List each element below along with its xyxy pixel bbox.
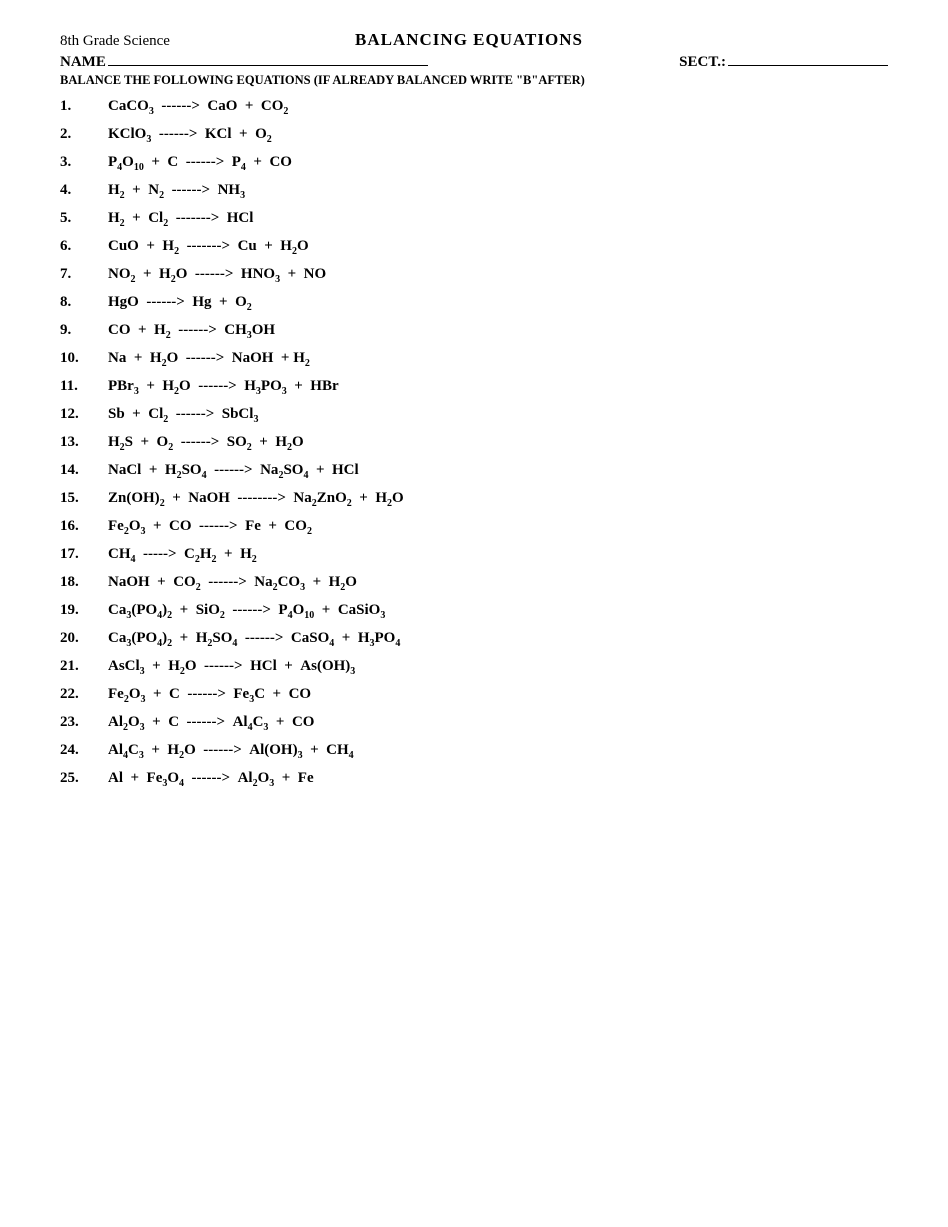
equation-item: 6.CuO + H2 -------> Cu + H2O xyxy=(60,238,888,257)
equation-item: 14.NaCl + H2SO4 ------> Na2SO4 + HCl xyxy=(60,462,888,481)
equation-item: 18.NaOH + CO2 ------> Na2CO3 + H2O xyxy=(60,574,888,593)
equation-item: 8.HgO ------> Hg + O2 xyxy=(60,294,888,313)
eq-content: Al + Fe3O4 ------> Al2O3 + Fe xyxy=(108,770,314,789)
eq-content: Al4C3 + H2O ------> Al(OH)3 + CH4 xyxy=(108,742,354,761)
equation-item: 12.Sb + Cl2 ------> SbCl3 xyxy=(60,406,888,425)
eq-content: CO + H2 ------> CH3OH xyxy=(108,322,275,341)
eq-num: 5. xyxy=(60,210,108,227)
equation-item: 3.P4O10 + C ------> P4 + CO xyxy=(60,154,888,173)
eq-num: 19. xyxy=(60,602,108,619)
eq-num: 25. xyxy=(60,770,108,787)
equation-item: 23.Al2O3 + C ------> Al4C3 + CO xyxy=(60,714,888,733)
eq-content: AsCl3 + H2O ------> HCl + As(OH)3 xyxy=(108,658,355,677)
equation-item: 2.KClO3 ------> KCl + O2 xyxy=(60,126,888,145)
sect-label: SECT.: xyxy=(679,54,888,71)
equation-item: 4.H2 + N2 ------> NH3 xyxy=(60,182,888,201)
eq-num: 21. xyxy=(60,658,108,675)
eq-content: CuO + H2 -------> Cu + H2O xyxy=(108,238,309,257)
eq-num: 15. xyxy=(60,490,108,507)
eq-content: CH4 -----> C2H2 + H2 xyxy=(108,546,257,565)
eq-num: 11. xyxy=(60,378,108,395)
equation-item: 7.NO2 + H2O ------> HNO3 + NO xyxy=(60,266,888,285)
eq-num: 9. xyxy=(60,322,108,339)
eq-content: Sb + Cl2 ------> SbCl3 xyxy=(108,406,258,425)
eq-num: 12. xyxy=(60,406,108,423)
eq-content: Fe2O3 + C ------> Fe3C + CO xyxy=(108,686,311,705)
eq-content: P4O10 + C ------> P4 + CO xyxy=(108,154,292,173)
equation-item: 24.Al4C3 + H2O ------> Al(OH)3 + CH4 xyxy=(60,742,888,761)
eq-content: H2S + O2 ------> SO2 + H2O xyxy=(108,434,304,453)
name-sect-row: NAME SECT.: xyxy=(60,54,888,71)
eq-content: H2 + N2 ------> NH3 xyxy=(108,182,245,201)
equation-item: 22.Fe2O3 + C ------> Fe3C + CO xyxy=(60,686,888,705)
eq-content: NO2 + H2O ------> HNO3 + NO xyxy=(108,266,326,285)
eq-num: 4. xyxy=(60,182,108,199)
equation-item: 19.Ca3(PO4)2 + SiO2 ------> P4O10 + CaSi… xyxy=(60,602,888,621)
eq-num: 20. xyxy=(60,630,108,647)
eq-content: NaCl + H2SO4 ------> Na2SO4 + HCl xyxy=(108,462,359,481)
eq-content: NaOH + CO2 ------> Na2CO3 + H2O xyxy=(108,574,357,593)
title-label: BALANCING EQUATIONS xyxy=(355,30,583,50)
name-label: NAME xyxy=(60,54,428,71)
equation-item: 1.CaCO3 ------> CaO + CO2 xyxy=(60,98,888,117)
equation-item: 9.CO + H2 ------> CH3OH xyxy=(60,322,888,341)
eq-num: 2. xyxy=(60,126,108,143)
eq-num: 3. xyxy=(60,154,108,171)
eq-content: Na + H2O ------> NaOH + H2 xyxy=(108,350,310,369)
equation-item: 13.H2S + O2 ------> SO2 + H2O xyxy=(60,434,888,453)
equation-item: 25.Al + Fe3O4 ------> Al2O3 + Fe xyxy=(60,770,888,789)
eq-num: 24. xyxy=(60,742,108,759)
header-row: 8th Grade Science BALANCING EQUATIONS xyxy=(60,30,888,50)
eq-content: Zn(OH)2 + NaOH --------> Na2ZnO2 + H2O xyxy=(108,490,404,509)
equation-item: 17.CH4 -----> C2H2 + H2 xyxy=(60,546,888,565)
equation-item: 11.PBr3 + H2O ------> H3PO3 + HBr xyxy=(60,378,888,397)
equation-item: 21.AsCl3 + H2O ------> HCl + As(OH)3 xyxy=(60,658,888,677)
eq-content: PBr3 + H2O ------> H3PO3 + HBr xyxy=(108,378,339,397)
eq-content: CaCO3 ------> CaO + CO2 xyxy=(108,98,288,117)
eq-num: 14. xyxy=(60,462,108,479)
eq-content: HgO ------> Hg + O2 xyxy=(108,294,252,313)
equation-list: 1.CaCO3 ------> CaO + CO22.KClO3 ------>… xyxy=(60,98,888,789)
eq-num: 17. xyxy=(60,546,108,563)
eq-content: Ca3(PO4)2 + SiO2 ------> P4O10 + CaSiO3 xyxy=(108,602,385,621)
eq-num: 1. xyxy=(60,98,108,115)
equation-item: 5.H2 + Cl2 -------> HCl xyxy=(60,210,888,229)
eq-content: KClO3 ------> KCl + O2 xyxy=(108,126,272,145)
eq-num: 22. xyxy=(60,686,108,703)
eq-content: Al2O3 + C ------> Al4C3 + CO xyxy=(108,714,314,733)
equation-item: 15.Zn(OH)2 + NaOH --------> Na2ZnO2 + H2… xyxy=(60,490,888,509)
eq-num: 7. xyxy=(60,266,108,283)
instruction-text: BALANCE THE FOLLOWING EQUATIONS (IF ALRE… xyxy=(60,73,888,88)
eq-num: 16. xyxy=(60,518,108,535)
subject-label: 8th Grade Science xyxy=(60,33,170,50)
eq-num: 10. xyxy=(60,350,108,367)
eq-num: 23. xyxy=(60,714,108,731)
eq-num: 6. xyxy=(60,238,108,255)
eq-num: 13. xyxy=(60,434,108,451)
equation-item: 16.Fe2O3 + CO ------> Fe + CO2 xyxy=(60,518,888,537)
eq-content: Ca3(PO4)2 + H2SO4 ------> CaSO4 + H3PO4 xyxy=(108,630,400,649)
eq-content: H2 + Cl2 -------> HCl xyxy=(108,210,253,229)
equation-item: 10.Na + H2O ------> NaOH + H2 xyxy=(60,350,888,369)
eq-content: Fe2O3 + CO ------> Fe + CO2 xyxy=(108,518,312,537)
equation-item: 20.Ca3(PO4)2 + H2SO4 ------> CaSO4 + H3P… xyxy=(60,630,888,649)
eq-num: 18. xyxy=(60,574,108,591)
eq-num: 8. xyxy=(60,294,108,311)
